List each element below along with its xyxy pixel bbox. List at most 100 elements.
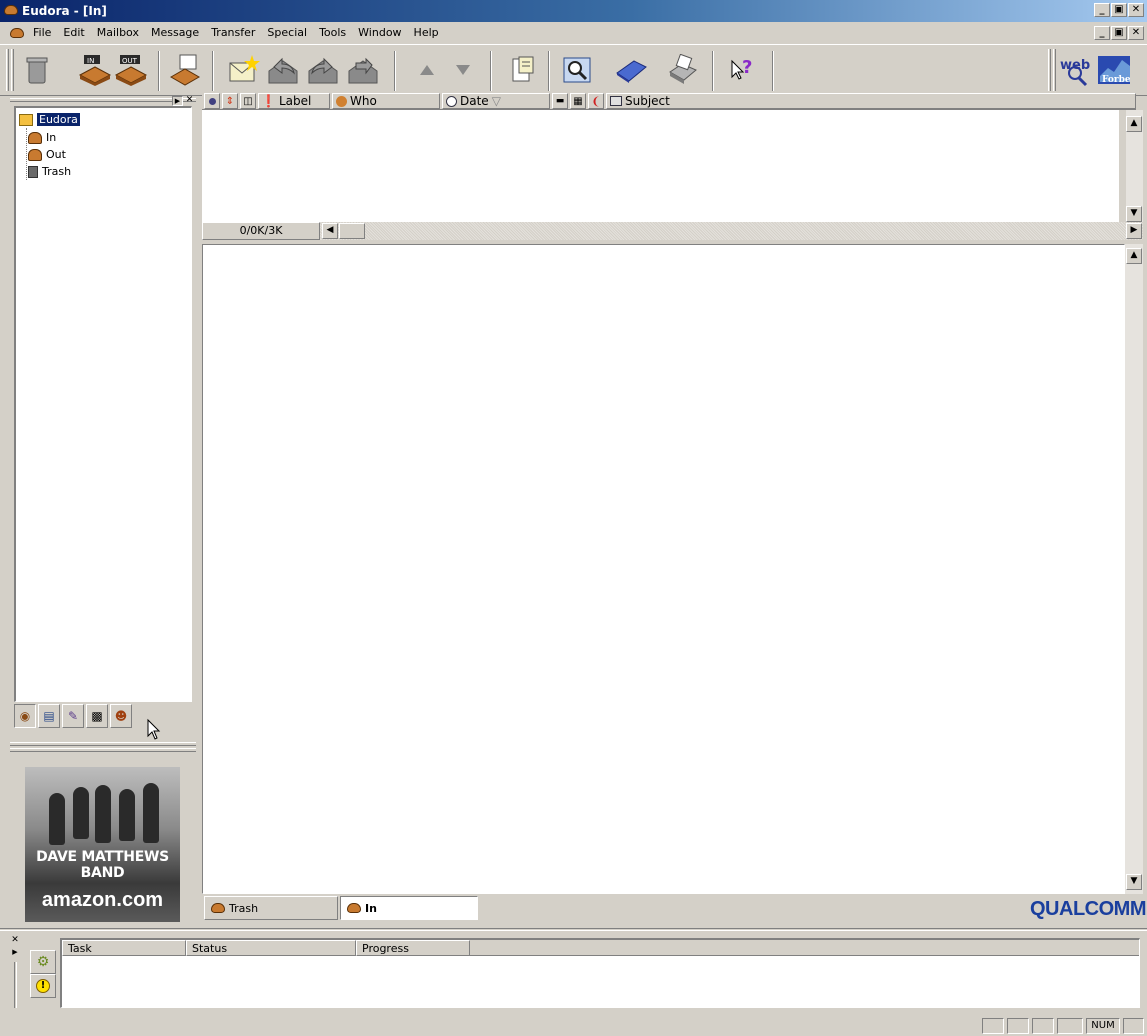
task-panel-close-button[interactable]: ✕ — [10, 936, 20, 946]
task-panel-grip[interactable] — [14, 962, 17, 1008]
scroll-down-button[interactable]: ▼ — [1126, 206, 1142, 222]
column-priority[interactable]: ⇕ — [222, 93, 238, 109]
menu-help[interactable]: Help — [413, 26, 440, 39]
menu-file[interactable]: File — [32, 26, 52, 39]
clock-icon — [446, 95, 457, 107]
next-message-button[interactable] — [446, 51, 480, 89]
delete-button[interactable] — [20, 51, 54, 89]
column-label[interactable]: ❗ Label — [258, 93, 330, 109]
scroll-left-button[interactable]: ◀ — [322, 223, 338, 239]
advertisement[interactable]: DAVE MATTHEWS BAND amazon.com — [25, 767, 180, 922]
toolbar-separator — [712, 51, 714, 91]
doc-minimize-button[interactable]: _ — [1094, 26, 1110, 40]
preview-vertical-scrollbar[interactable]: ▲ ▼ — [1125, 244, 1143, 894]
mailbox-tab-in[interactable]: In — [340, 896, 478, 920]
panel-grip[interactable] — [10, 98, 196, 102]
panel-close-button[interactable]: ✕ — [184, 96, 195, 106]
tab-personalities[interactable]: ☻ — [110, 704, 132, 728]
message-list[interactable] — [202, 110, 1119, 222]
doc-close-button[interactable]: ✕ — [1128, 26, 1144, 40]
forward-button[interactable] — [306, 51, 340, 89]
column-server-status[interactable]: ▦ — [570, 93, 586, 109]
tree-item-in[interactable]: In — [28, 131, 56, 144]
column-attachment[interactable]: ◫ — [240, 93, 256, 109]
panel-grip[interactable] — [10, 748, 196, 752]
column-task[interactable]: Task — [62, 940, 186, 956]
arrow-up-icon — [420, 65, 434, 75]
tab-signatures[interactable]: ✎ — [62, 704, 84, 728]
mailboxes-icon: ◉ — [19, 709, 31, 723]
status-panel — [1007, 1018, 1029, 1034]
previous-message-button[interactable] — [410, 51, 444, 89]
column-status[interactable]: Status — [186, 940, 356, 956]
task-panel-dock-button[interactable]: ▶ — [10, 948, 20, 958]
task-area-divider[interactable] — [0, 928, 1147, 931]
scroll-down-button[interactable]: ▼ — [1126, 874, 1142, 890]
menu-special[interactable]: Special — [266, 26, 308, 39]
column-mood[interactable]: ❨ — [588, 93, 604, 109]
tree-item-trash[interactable]: Trash — [28, 165, 71, 178]
task-status-tab[interactable]: ⚙ — [30, 950, 56, 974]
column-subject[interactable]: Subject — [606, 93, 1136, 109]
toolbar-grip[interactable] — [11, 49, 14, 91]
column-date[interactable]: Date ▽ — [442, 93, 550, 109]
menu-message[interactable]: Message — [150, 26, 200, 39]
scroll-thumb[interactable] — [339, 223, 365, 239]
menu-window[interactable]: Window — [357, 26, 402, 39]
forbes-button[interactable]: Forbes — [1096, 51, 1130, 89]
tab-file-browser[interactable]: ▤ — [38, 704, 60, 728]
find-button[interactable] — [560, 51, 594, 89]
message-list-horizontal-scrollbar[interactable]: 0/0K/3K ◀ ▶ — [202, 222, 1143, 240]
redirect-button[interactable] — [346, 51, 380, 89]
scroll-up-button[interactable]: ▲ — [1126, 248, 1142, 264]
mailbox-tab-trash[interactable]: Trash — [204, 896, 338, 920]
menu-mailbox[interactable]: Mailbox — [96, 26, 140, 39]
column-who[interactable]: Who — [332, 93, 440, 109]
toolbar-grip[interactable] — [6, 49, 9, 91]
help-button[interactable]: ? — [724, 51, 758, 89]
menu-tools[interactable]: Tools — [318, 26, 347, 39]
personalities-icon: ☻ — [114, 709, 128, 723]
scroll-up-button[interactable]: ▲ — [1126, 116, 1142, 132]
message-preview-pane[interactable] — [202, 244, 1125, 894]
send-queued-button[interactable]: OUT — [114, 51, 148, 89]
attach-file-button[interactable] — [506, 51, 540, 89]
panel-grip[interactable] — [10, 742, 196, 746]
tree-item-out[interactable]: Out — [28, 148, 66, 161]
close-button[interactable]: ✕ — [1128, 3, 1144, 17]
scroll-right-button[interactable]: ▶ — [1126, 223, 1142, 239]
menu-edit[interactable]: Edit — [62, 26, 85, 39]
column-progress[interactable]: Progress — [356, 940, 470, 956]
menu-transfer[interactable]: Transfer — [210, 26, 256, 39]
panel-dock-button[interactable]: ▶ — [172, 96, 183, 106]
web-button[interactable]: web — [1058, 51, 1092, 89]
tab-stationery[interactable]: ▩ — [86, 704, 108, 728]
task-list[interactable]: Task Status Progress — [60, 938, 1140, 1008]
status-dot-icon — [208, 97, 216, 105]
address-book-button[interactable] — [614, 51, 648, 89]
task-error-tab[interactable]: ! — [30, 974, 56, 998]
toolbar-grip[interactable] — [1053, 49, 1056, 91]
print-button[interactable] — [666, 51, 700, 89]
mailbox-panel: ▶ ✕ Eudora In Out Trash ◉ ▤ ✎ ▩ ☻ DAVE M… — [8, 96, 196, 926]
minimize-button[interactable]: _ — [1094, 3, 1110, 17]
who-icon — [336, 95, 347, 107]
message-list-vertical-scrollbar[interactable]: ▲ ▼ — [1126, 110, 1143, 228]
svg-text:?: ? — [742, 57, 752, 78]
label-tag-icon: ❗ — [261, 94, 276, 108]
new-message-button[interactable] — [226, 51, 260, 89]
column-status[interactable] — [204, 93, 220, 109]
restore-button[interactable]: ▣ — [1111, 3, 1127, 17]
column-size[interactable]: ▬ — [552, 93, 568, 109]
printer-icon — [669, 54, 697, 84]
reply-button[interactable] — [266, 51, 300, 89]
document-icon[interactable] — [10, 28, 24, 38]
toolbar-grip[interactable] — [1048, 49, 1051, 91]
tree-item-root[interactable]: Eudora — [19, 113, 80, 126]
check-mail-button[interactable] — [168, 51, 202, 89]
column-label-text: Label — [278, 94, 312, 108]
tab-mailboxes[interactable]: ◉ — [14, 704, 36, 728]
check-inbox-button[interactable]: IN — [78, 51, 112, 89]
doc-restore-button[interactable]: ▣ — [1111, 26, 1127, 40]
mailbox-size-indicator[interactable]: 0/0K/3K — [202, 222, 320, 240]
